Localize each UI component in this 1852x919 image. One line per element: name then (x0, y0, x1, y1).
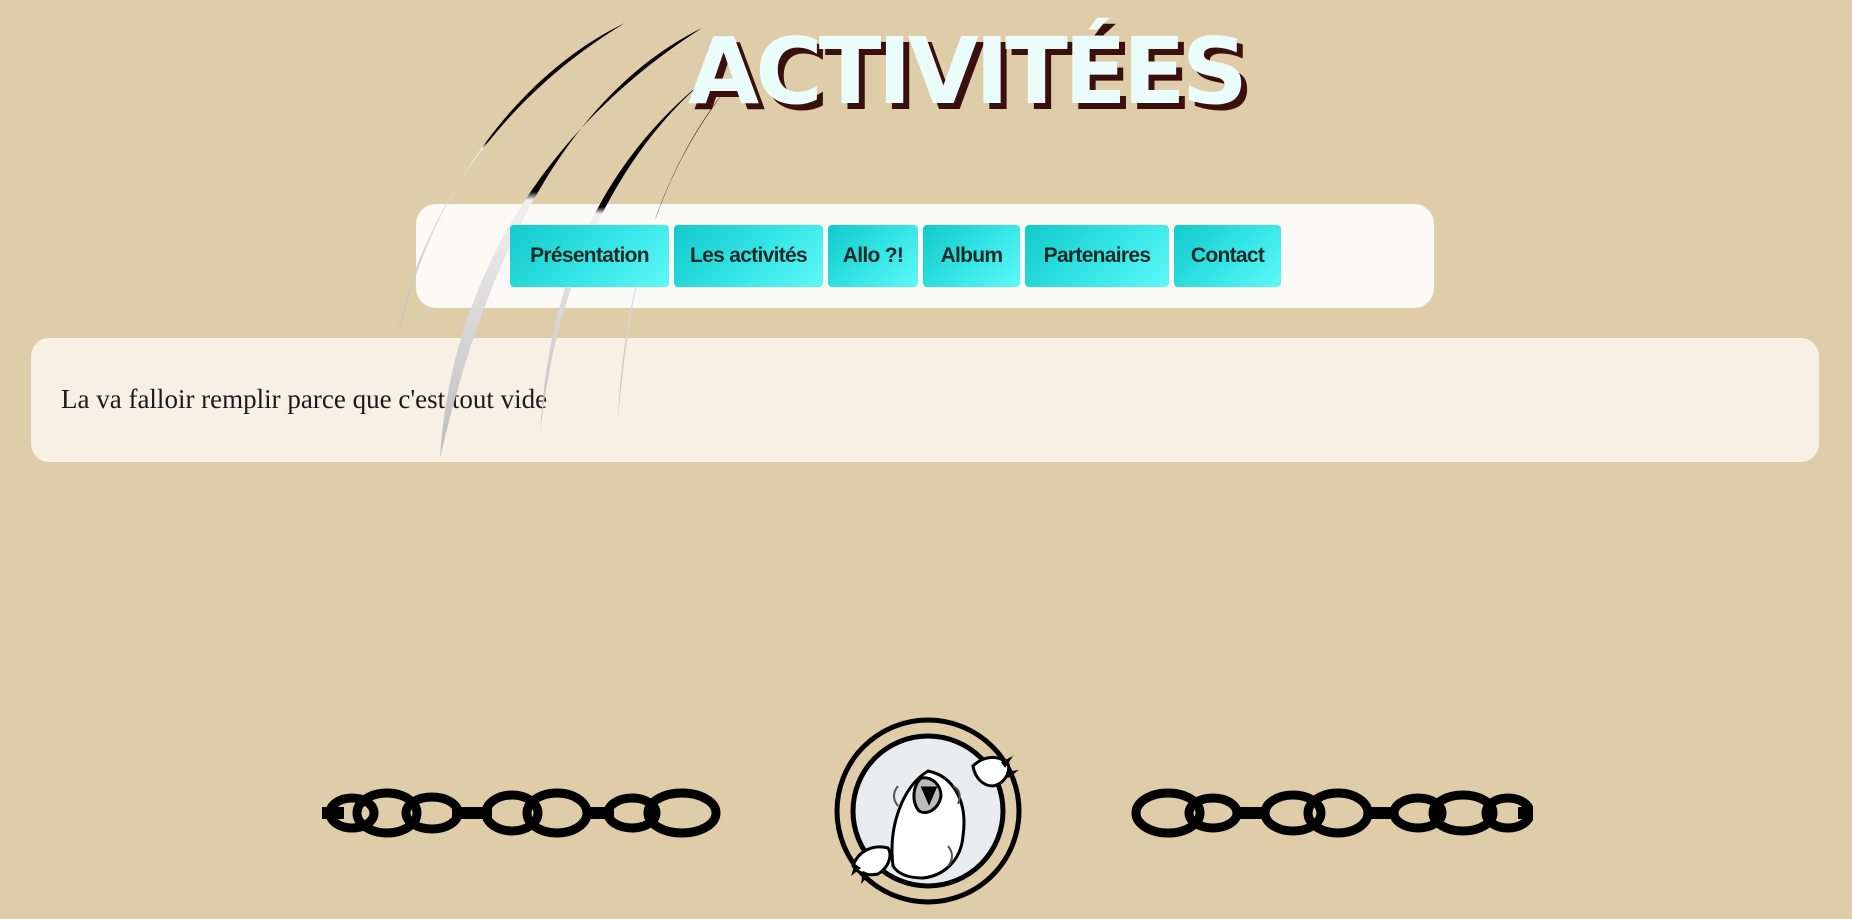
nav-item-album[interactable]: Album (923, 225, 1020, 287)
nav-item-allo[interactable]: Allo ?! (828, 225, 918, 287)
nav-item-presentation[interactable]: Présentation (510, 225, 669, 287)
nav-buttons: Présentation Les activités Allo ?! Album… (510, 225, 1281, 287)
content-panel: La va falloir remplir parce que c'est to… (31, 338, 1819, 462)
chain-icon (1131, 788, 1533, 838)
nav-item-partenaires[interactable]: Partenaires (1025, 225, 1169, 287)
content-text: La va falloir remplir parce que c'est to… (61, 384, 548, 414)
nav-item-activites[interactable]: Les activités (674, 225, 823, 287)
bear-emblem-icon (834, 717, 1022, 905)
page-title: ACTIVITÉES (688, 18, 1248, 125)
chain-icon (322, 788, 721, 838)
nav-item-contact[interactable]: Contact (1174, 225, 1281, 287)
